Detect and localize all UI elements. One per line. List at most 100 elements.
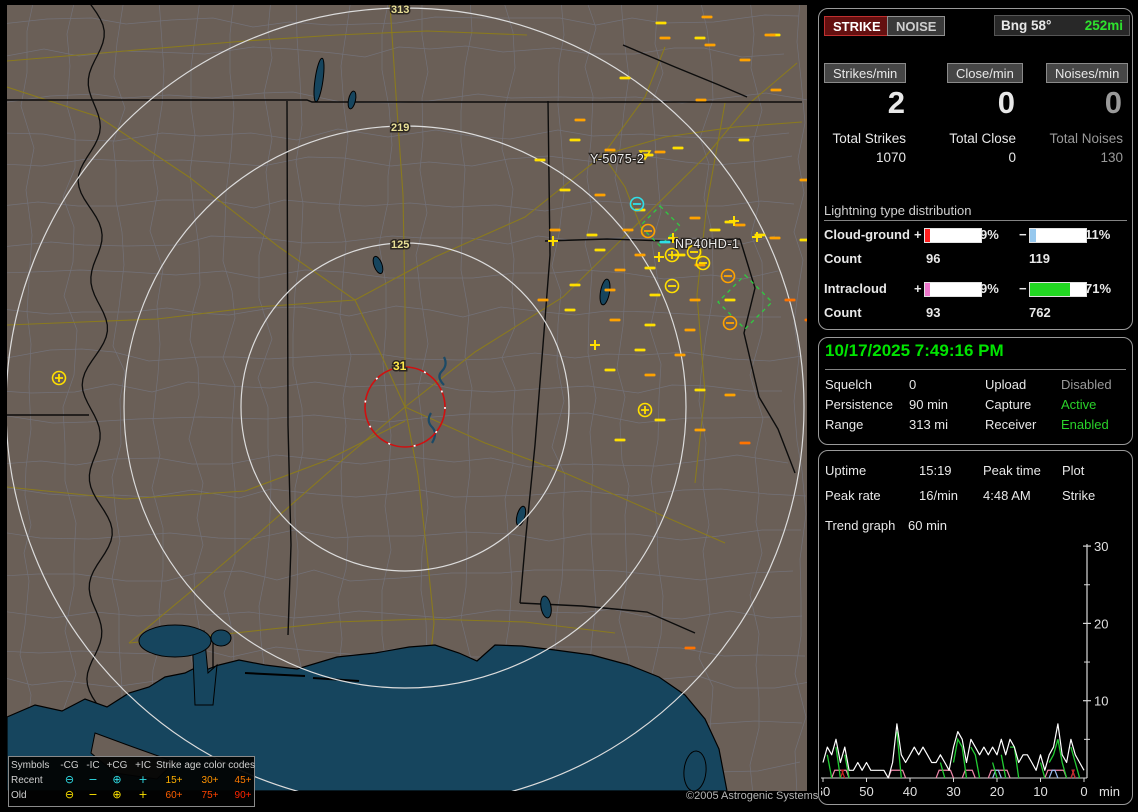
- legend-col-neg-ic: -IC: [86, 760, 100, 771]
- svg-text:30: 30: [1094, 539, 1108, 554]
- ic-minus-pct: 71%: [1085, 281, 1112, 296]
- svg-text:NP40HD-1: NP40HD-1: [675, 237, 739, 251]
- svg-text:125: 125: [391, 239, 409, 251]
- lightning-map[interactable]: 313 219 125 31 Y-5075-2 NP40HD-1: [0, 0, 816, 807]
- strike-counters-panel: STRIKE NOISE Bng 58° 252mi Strikes/min C…: [818, 8, 1133, 330]
- persistence-value: 90 min: [909, 397, 949, 412]
- datetime-display: 10/17/2025 7:49:16 PM: [825, 341, 1004, 360]
- noises-per-min-button[interactable]: Noises/min: [1046, 63, 1129, 83]
- range-value: 313 mi: [909, 417, 949, 432]
- noise-mode-button[interactable]: NOISE: [887, 16, 946, 36]
- svg-text:20: 20: [1094, 616, 1108, 631]
- ic-plus-sign: +: [914, 281, 922, 296]
- neg-ic-old-icon: −: [88, 788, 98, 801]
- trend-window-value: 60 min: [908, 518, 948, 533]
- legend-symbols-header: Symbols: [11, 760, 50, 771]
- svg-text:60: 60: [821, 784, 830, 799]
- legend-recent-label: Recent: [11, 775, 43, 786]
- uptime-label: Uptime: [825, 463, 867, 478]
- strikes-per-min-button[interactable]: Strikes/min: [824, 63, 907, 83]
- upload-label: Upload: [985, 377, 1027, 392]
- upload-value: Disabled: [1061, 377, 1112, 392]
- svg-text:30: 30: [946, 784, 960, 799]
- capture-label: Capture: [985, 397, 1032, 412]
- legend-age-header: Strike age color codes: [156, 760, 255, 771]
- total-noises-label: Total Noises: [1049, 131, 1123, 146]
- cg-minus-sign: −: [1019, 227, 1027, 242]
- legend-old-label: Old: [11, 790, 27, 801]
- cg-plus-count: 96: [926, 251, 941, 266]
- cg-plus-pct: 9%: [980, 227, 999, 242]
- pos-ic-old-icon: +: [138, 788, 148, 801]
- distribution-title: Lightning type distribution: [824, 203, 972, 218]
- legend-col-neg-cg: -CG: [60, 760, 79, 771]
- cg-plus-sign: +: [914, 227, 922, 242]
- intracloud-label: Intracloud: [824, 281, 887, 296]
- neg-cg-recent-icon: ⊖: [64, 773, 75, 786]
- bearing-distance: 252mi: [1084, 18, 1123, 33]
- age-30: 30+: [201, 775, 219, 786]
- peak-time-label: Peak time: [983, 463, 1041, 478]
- age-45: 45+: [234, 775, 252, 786]
- bearing-label: Bng 58°: [1001, 18, 1052, 33]
- legend-col-pos-cg: +CG: [106, 760, 128, 771]
- bearing-readout: Bng 58° 252mi: [994, 15, 1130, 36]
- age-60: 60+: [165, 790, 183, 801]
- trend-graph: 30 20 10 60 50 40 30 20 10 0 min: [821, 539, 1120, 799]
- ic-plus-pct: 9%: [980, 281, 999, 296]
- uptime-value: 15:19: [919, 463, 952, 478]
- ic-count-label: Count: [824, 305, 862, 320]
- neg-ic-recent-icon: −: [88, 773, 98, 786]
- map-legend: Symbols -CG -IC +CG +IC Strike age color…: [8, 756, 255, 807]
- svg-text:Y-5075-2: Y-5075-2: [590, 152, 644, 166]
- peak-time-value: 4:48 AM: [983, 488, 1031, 503]
- peak-rate-label: Peak rate: [825, 488, 881, 503]
- svg-text:min: min: [1099, 784, 1120, 799]
- svg-text:40: 40: [903, 784, 917, 799]
- plot-label: Plot: [1062, 463, 1085, 478]
- session-panel: Uptime 15:19 Peak time Plot Peak rate 16…: [818, 450, 1133, 805]
- cg-minus-pct: 11%: [1085, 227, 1111, 242]
- peak-rate-value: 16/min: [919, 488, 959, 503]
- age-15: 15+: [165, 775, 183, 786]
- close-per-min-button[interactable]: Close/min: [947, 63, 1023, 83]
- squelch-value: 0: [909, 377, 917, 392]
- cg-minus-bar: [1029, 228, 1087, 243]
- capture-value: Active: [1061, 397, 1097, 412]
- neg-cg-old-icon: ⊖: [64, 788, 75, 801]
- status-panel: 10/17/2025 7:49:16 PM Squelch 0 Upload D…: [818, 337, 1133, 445]
- pos-cg-recent-icon: ⊕: [112, 773, 122, 786]
- age-90: 90+: [234, 790, 252, 801]
- ic-plus-count: 93: [926, 305, 941, 320]
- map-canvas: 313 219 125 31 Y-5075-2 NP40HD-1: [0, 0, 816, 807]
- svg-text:20: 20: [990, 784, 1004, 799]
- pos-cg-old-icon: ⊕: [112, 788, 122, 801]
- cloud-ground-label: Cloud-ground: [824, 227, 910, 242]
- pos-ic-recent-icon: +: [138, 773, 148, 786]
- ic-minus-sign: −: [1019, 281, 1027, 296]
- age-75: 75+: [201, 790, 219, 801]
- svg-text:0: 0: [1080, 784, 1087, 799]
- receiver-value: Enabled: [1061, 417, 1109, 432]
- cg-plus-bar: [924, 228, 982, 243]
- trend-graph-label: Trend graph: [825, 518, 896, 533]
- svg-text:10: 10: [1033, 784, 1047, 799]
- total-noises-value: 130: [1100, 150, 1123, 165]
- ic-minus-count: 762: [1029, 305, 1051, 320]
- ic-minus-bar: [1029, 282, 1087, 297]
- svg-text:10: 10: [1094, 694, 1108, 709]
- svg-text:219: 219: [391, 122, 409, 134]
- squelch-label: Squelch: [825, 377, 872, 392]
- ic-plus-bar: [924, 282, 982, 297]
- receiver-label: Receiver: [985, 417, 1037, 432]
- noises-per-min-value: 0: [1104, 85, 1123, 120]
- persistence-label: Persistence: [825, 397, 893, 412]
- datetime-divider: [825, 369, 1126, 370]
- strike-mode-button[interactable]: STRIKE: [824, 16, 890, 36]
- svg-text:313: 313: [391, 5, 409, 16]
- cg-count-label: Count: [824, 251, 862, 266]
- distribution-divider: [824, 220, 1127, 221]
- plot-value: Strike: [1062, 488, 1096, 503]
- svg-text:31: 31: [393, 359, 407, 373]
- legend-col-pos-ic: +IC: [135, 760, 151, 771]
